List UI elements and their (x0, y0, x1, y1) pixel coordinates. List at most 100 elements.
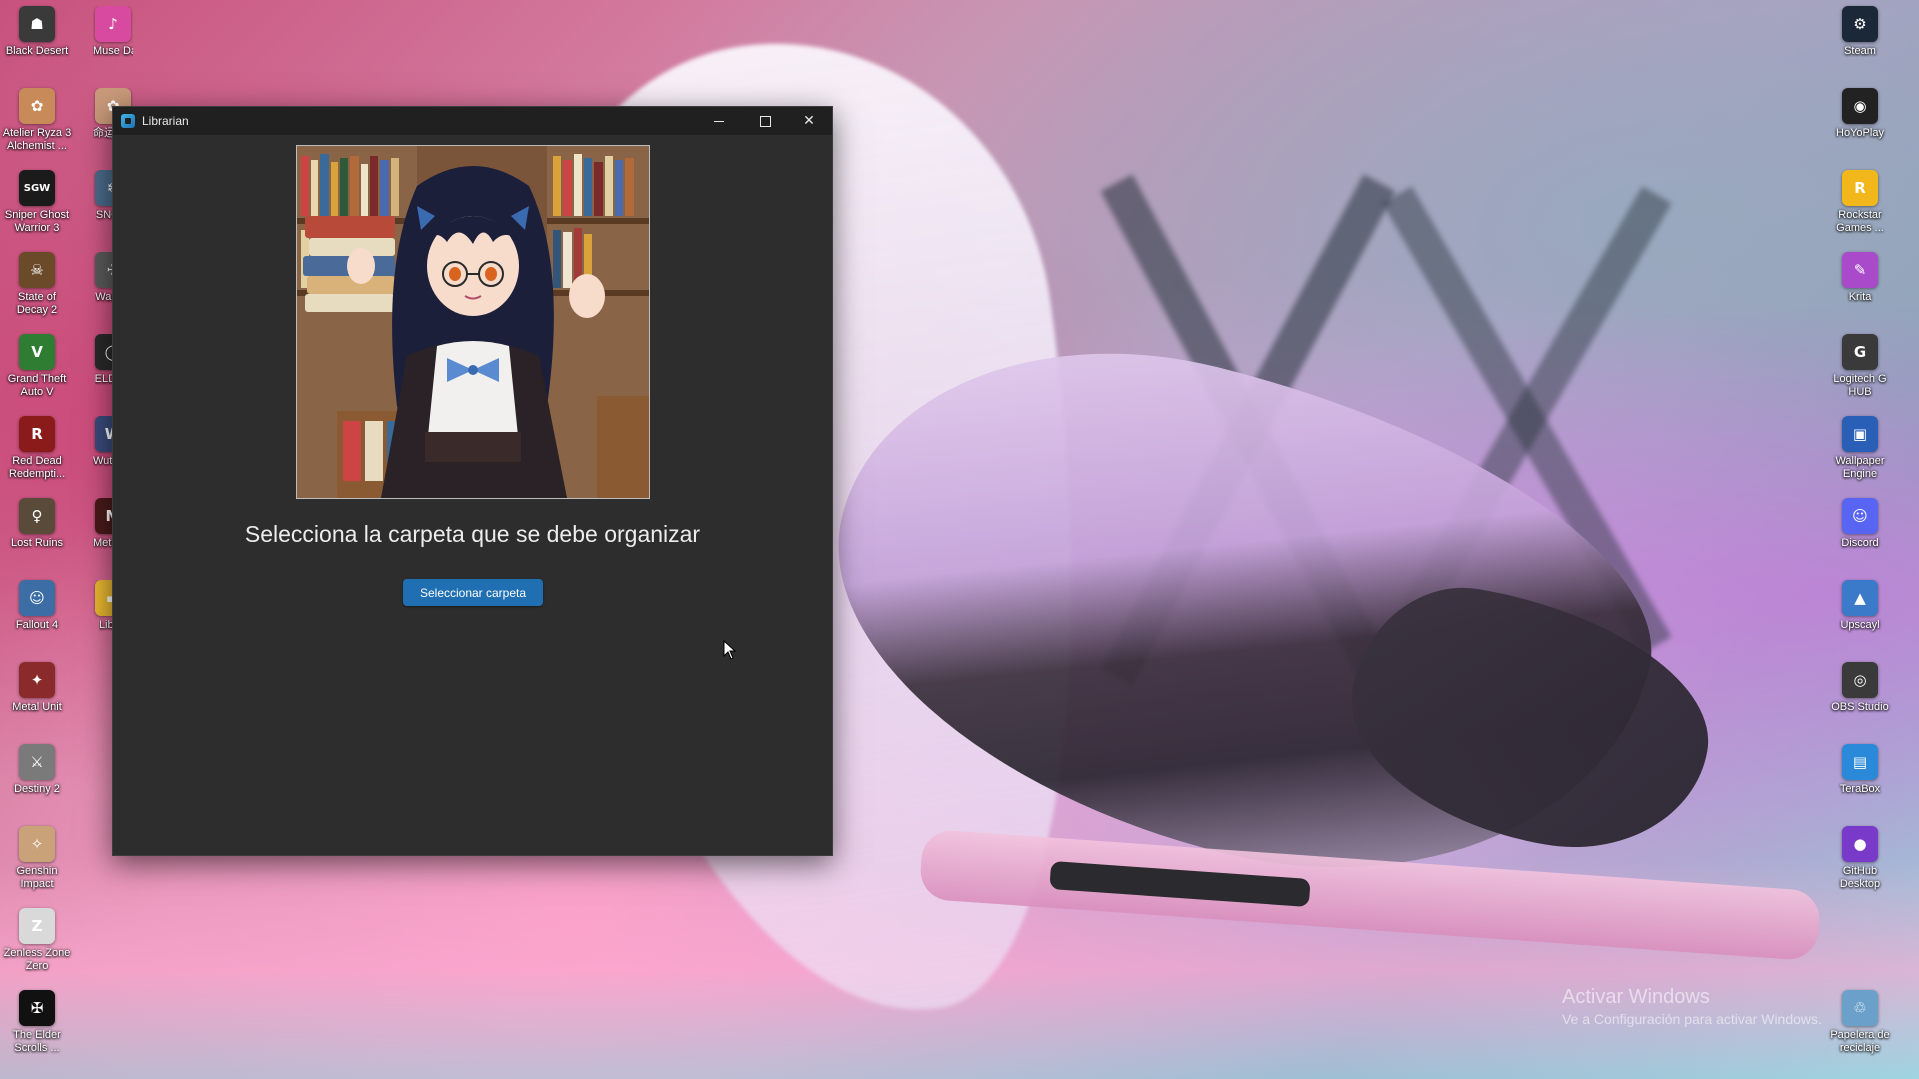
desktop-shortcut-label: Lost Ruins (11, 537, 63, 549)
librarian-illustration-art (297, 146, 649, 498)
state-of-decay-icon: ☠ (19, 252, 55, 288)
desktop-shortcut[interactable]: G Logitech G HUB (1822, 334, 1898, 399)
desktop-shortcut-label: HoYoPlay (1836, 127, 1884, 139)
desktop-shortcut-label: Sniper Ghost Warrior 3 (4, 209, 70, 234)
desktop-shortcut[interactable]: SGW Sniper Ghost Warrior 3 (0, 170, 75, 235)
desktop-shortcut[interactable]: ✿ Atelier Ryza 3 Alchemist ... (0, 88, 75, 153)
muse-dash-icon: ♪ (95, 6, 131, 42)
close-icon: ✕ (803, 113, 815, 129)
wallpaper-engine-icon: ▣ (1842, 416, 1878, 452)
select-folder-button[interactable]: Seleccionar carpeta (403, 579, 543, 606)
desktop-shortcut-label: TeraBox (1839, 783, 1881, 795)
desktop-shortcut-label: Metal Unit (12, 701, 62, 713)
discord-icon: ☺ (1842, 498, 1878, 534)
sniper-ghost-icon: SGW (19, 170, 55, 206)
desktop-shortcut[interactable]: ♪ Muse Dash (93, 6, 133, 58)
desktop-shortcut-label: Muse Dash (93, 45, 133, 57)
desktop-shortcut[interactable]: ▤ TeraBox (1822, 744, 1898, 796)
metal-unit-icon: ✦ (19, 662, 55, 698)
desktop-shortcut-label: Wallpaper Engine (1835, 455, 1885, 480)
librarian-illustration (296, 145, 650, 499)
terabox-icon: ▤ (1842, 744, 1878, 780)
desktop-shortcut[interactable]: ✠ The Elder Scrolls ... (0, 990, 75, 1055)
librarian-window: Librarian ✕ Selecciona la carpeta que se… (112, 106, 833, 856)
desktop-shortcut-label: State of Decay 2 (16, 291, 58, 316)
watermark-title: Activar Windows (1562, 986, 1710, 1008)
close-button[interactable]: ✕ (786, 107, 832, 135)
desktop-shortcut-label: Papelera de reciclaje (1830, 1029, 1890, 1054)
krita-icon: ✎ (1842, 252, 1878, 288)
desktop-shortcut[interactable]: ✧ Genshin Impact (0, 826, 75, 891)
desktop-shortcut[interactable]: ▣ Wallpaper Engine (1822, 416, 1898, 481)
fallout-icon: ☺ (19, 580, 55, 616)
desktop-shortcut-label: Red Dead Redempti... (8, 455, 66, 480)
activate-windows-watermark: Activar Windows Ve a Configuración para … (1562, 986, 1822, 1027)
wallpaper-floor (0, 860, 1919, 1079)
upscayl-icon: ▲ (1842, 580, 1878, 616)
desktop-shortcut-label: Genshin Impact (16, 865, 58, 890)
wallpaper-character-skirt (1331, 570, 1729, 870)
desktop-shortcut-label: Fallout 4 (15, 619, 59, 631)
rockstar-icon: R (1842, 170, 1878, 206)
elder-scrolls-icon: ✠ (19, 990, 55, 1026)
desktop-shortcut[interactable]: R Red Dead Redempti... (0, 416, 75, 481)
desktop-shortcut[interactable]: Z Zenless Zone Zero (0, 908, 75, 973)
desktop-shortcut[interactable]: V Grand Theft Auto V (0, 334, 75, 399)
window-title: Librarian (142, 114, 189, 128)
desktop-shortcut[interactable]: ✎ Krita (1822, 252, 1898, 304)
maximize-icon (759, 115, 771, 127)
watermark-subtitle: Ve a Configuración para activar Windows. (1562, 1011, 1822, 1027)
minimize-icon (714, 120, 724, 122)
title-bar[interactable]: Librarian ✕ (113, 107, 832, 135)
desktop-shortcut-label: GitHub Desktop (1839, 865, 1881, 890)
lost-ruins-icon: ♀ (19, 498, 55, 534)
logitech-icon: G (1842, 334, 1878, 370)
genshin-icon: ✧ (19, 826, 55, 862)
mouse-cursor-icon (723, 640, 737, 660)
desktop-shortcut[interactable]: ✦ Metal Unit (0, 662, 75, 714)
maximize-button[interactable] (742, 107, 788, 135)
desktop-shortcut[interactable]: ☗ Black Desert (0, 6, 75, 58)
desktop-shortcut-label: Upscayl (1840, 619, 1880, 631)
desktop-shortcut[interactable]: ♀ Lost Ruins (0, 498, 75, 550)
desktop-shortcut-label: Black Desert (5, 45, 69, 57)
desktop-shortcut-label: Atelier Ryza 3 Alchemist ... (2, 127, 72, 152)
steam-icon: ⚙ (1842, 6, 1878, 42)
desktop-shortcut-label: Krita (1848, 291, 1872, 303)
wallpaper-stroke (1100, 174, 1396, 686)
desktop-shortcut[interactable]: ▲ Upscayl (1822, 580, 1898, 632)
librarian-app-icon (121, 114, 135, 128)
desktop-shortcut[interactable]: ♲ Papelera de reciclaje (1822, 990, 1898, 1055)
prompt-text: Selecciona la carpeta que se debe organi… (244, 521, 701, 547)
desktop-shortcut-label: The Elder Scrolls ... (13, 1029, 61, 1054)
desktop-shortcut-label: Steam (1844, 45, 1876, 57)
desktop-shortcut-label: OBS Studio (1831, 701, 1889, 713)
obs-icon: ◎ (1842, 662, 1878, 698)
desktop-shortcut[interactable]: ☠ State of Decay 2 (0, 252, 75, 317)
desktop-shortcut-label: Rockstar Games ... (1836, 209, 1884, 234)
desktop-shortcut[interactable]: ☺ Discord (1822, 498, 1898, 550)
desktop-shortcut-label: Zenless Zone Zero (3, 947, 71, 972)
hoyoplay-icon: ◉ (1842, 88, 1878, 124)
wallpaper-character-body (785, 287, 1695, 943)
desktop-shortcut[interactable]: R Rockstar Games ... (1822, 170, 1898, 235)
destiny-icon: ⚔ (19, 744, 55, 780)
desktop-shortcut[interactable]: ⚔ Destiny 2 (0, 744, 75, 796)
wallpaper-stroke (1382, 186, 1672, 654)
wallpaper-rifle-barrel (1049, 860, 1311, 908)
red-dead-icon: R (19, 416, 55, 452)
wallpaper-rifle (918, 828, 1822, 962)
wallpaper-stroke (1100, 174, 1396, 686)
desktop-shortcut[interactable]: ● GitHub Desktop (1822, 826, 1898, 891)
gta-v-icon: V (19, 334, 55, 370)
github-icon: ● (1842, 826, 1878, 862)
desktop-shortcut[interactable]: ☺ Fallout 4 (0, 580, 75, 632)
desktop-shortcut-label: Discord (1841, 537, 1879, 549)
desktop-shortcut[interactable]: ◎ OBS Studio (1822, 662, 1898, 714)
minimize-button[interactable] (696, 107, 742, 135)
wallpaper-stroke (1382, 186, 1672, 654)
desktop-shortcut[interactable]: ◉ HoYoPlay (1822, 88, 1898, 140)
atelier-ryza-icon: ✿ (19, 88, 55, 124)
zenless-icon: Z (19, 908, 55, 944)
desktop-shortcut[interactable]: ⚙ Steam (1822, 6, 1898, 58)
